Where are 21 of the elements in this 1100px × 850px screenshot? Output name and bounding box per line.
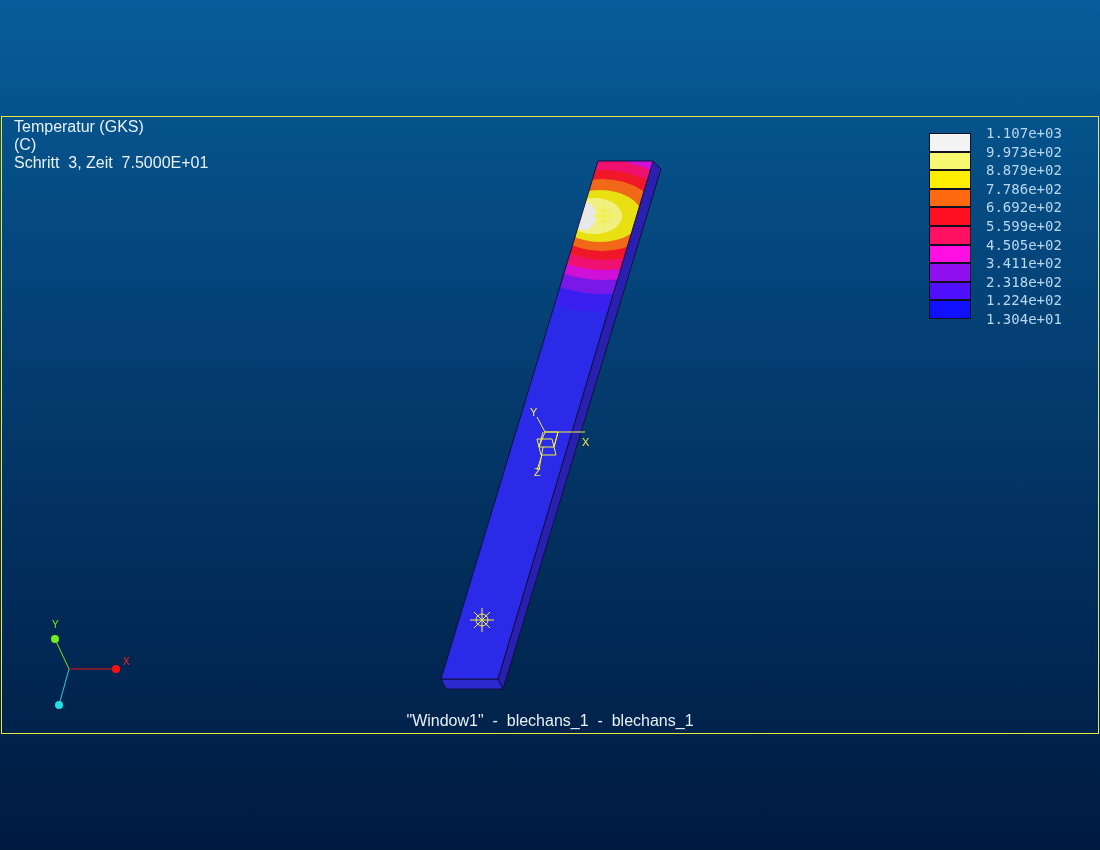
legend-value: 2.318e+02 xyxy=(986,272,1062,292)
legend-value: 8.879e+02 xyxy=(986,161,1062,180)
axis-label: X xyxy=(582,437,590,448)
legend-value: 5.599e+02 xyxy=(986,216,1062,236)
legend-value: 1.107e+03 xyxy=(986,124,1062,143)
axis-label: X xyxy=(123,657,130,667)
plot-title-line: (C) xyxy=(14,136,38,154)
legend-value: 3.411e+02 xyxy=(986,254,1062,273)
window-caption: "Window1" - blechans_1 - blechans_1 xyxy=(405,712,695,730)
axis-label: Y xyxy=(530,407,538,418)
legend-value: 6.692e+02 xyxy=(986,198,1062,217)
legend-value: 4.505e+02 xyxy=(986,235,1062,255)
load-marker-icon xyxy=(591,203,617,229)
axis-label: Y xyxy=(52,620,59,630)
load-marker-icon xyxy=(469,607,495,633)
plot-title-line: Temperatur (GKS) xyxy=(14,118,145,136)
legend-value: 7.786e+02 xyxy=(986,179,1062,199)
legend-value: 1.224e+02 xyxy=(986,291,1062,310)
legend-value: 1.304e+01 xyxy=(986,309,1062,329)
legend-value: 9.973e+02 xyxy=(986,142,1062,162)
plot-title-line: Schritt 3, Zeit 7.5000E+01 xyxy=(14,154,209,172)
